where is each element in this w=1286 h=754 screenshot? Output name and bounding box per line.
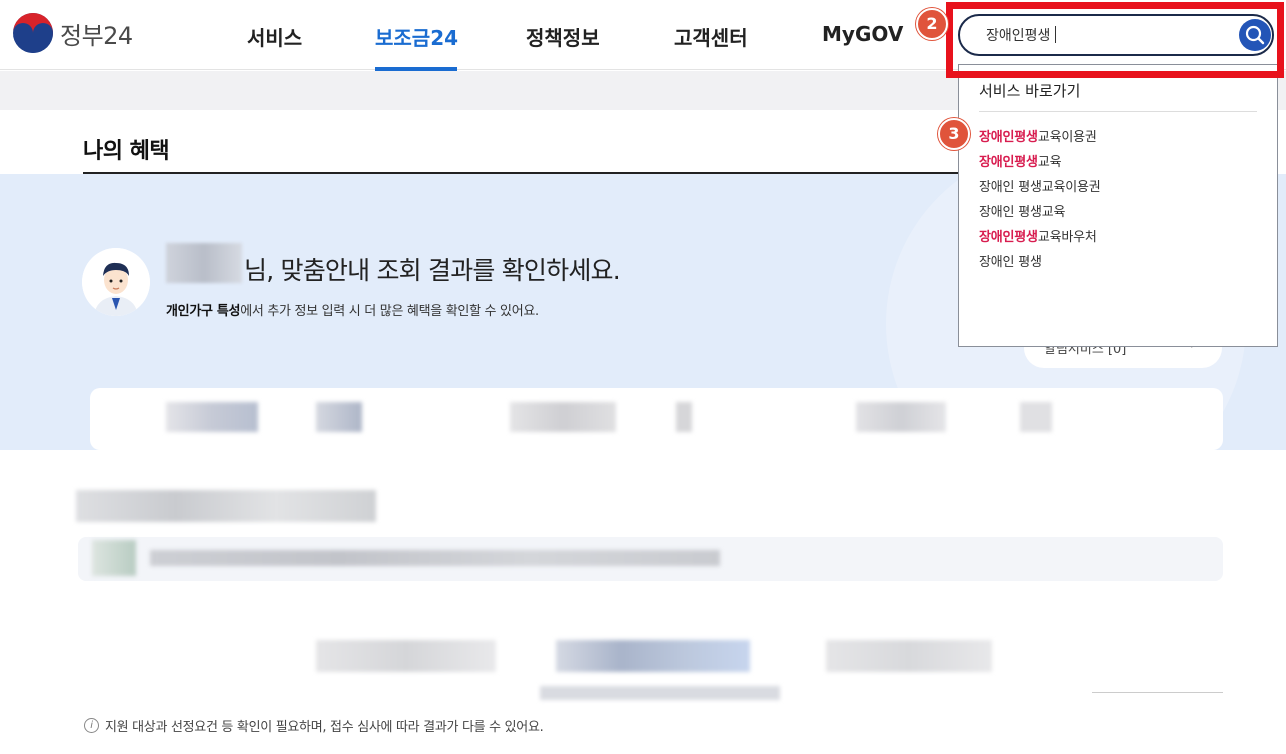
- redacted-block: [1020, 402, 1052, 432]
- text-cursor: [1055, 26, 1056, 43]
- logo-text: 정부24: [60, 21, 133, 50]
- redacted-block: [856, 402, 946, 432]
- redacted-block: [510, 402, 616, 432]
- divider-line: [1092, 692, 1223, 693]
- notice-text: 지원 대상과 선정요건 등 확인이 필요하며, 접수 심사에 따라 결과가 다를…: [105, 720, 544, 735]
- redacted-text: [150, 550, 720, 566]
- suggestion-item[interactable]: 장애인 평생교육이용권: [979, 176, 1101, 195]
- suggestion-match: 장애인평생: [979, 130, 1038, 145]
- nav-services[interactable]: 서비스: [247, 22, 302, 51]
- suggestion-rest: 장애인 평생교육이용권: [979, 180, 1101, 195]
- benefit-summary-card: [90, 388, 1223, 450]
- search-button[interactable]: [1239, 19, 1271, 51]
- nav-customer-center[interactable]: 고객센터: [674, 22, 748, 51]
- suggestion-rest: 장애인 평생교육: [979, 205, 1066, 220]
- suggestion-item[interactable]: 장애인평생교육: [979, 151, 1062, 170]
- redacted-tab-active: [556, 640, 750, 672]
- nav-mygov[interactable]: MyGOV: [822, 22, 903, 46]
- suggestion-rest: 교육바우처: [1037, 230, 1097, 245]
- suggestion-item[interactable]: 장애인 평생: [979, 251, 1042, 270]
- suggestion-item[interactable]: 장애인평생교육바우처: [979, 226, 1097, 245]
- redacted-icon: [92, 540, 136, 576]
- page-title: 나의 혜택: [83, 139, 170, 164]
- greeting-text: 님, 맞춤안내 조회 결과를 확인하세요.: [244, 256, 621, 285]
- sub-guidance-rest: 에서 추가 정보 입력 시 더 많은 혜택을 확인할 수 있어요.: [240, 304, 539, 319]
- redacted-heading: [76, 490, 376, 522]
- suggestion-match: 장애인평생: [979, 155, 1038, 170]
- notice: i 지원 대상과 선정요건 등 확인이 필요하며, 접수 심사에 따라 결과가 …: [84, 716, 544, 735]
- search-icon: [1245, 25, 1265, 45]
- suggestion-match: 장애인평생: [979, 230, 1038, 245]
- step-badge-3: 3: [938, 118, 970, 150]
- redacted-tab-underline: [540, 686, 780, 700]
- redacted-tab: [826, 640, 992, 672]
- sub-guidance: 개인가구 특성에서 추가 정보 입력 시 더 많은 혜택을 확인할 수 있어요.: [166, 300, 539, 319]
- suggestion-rest: 교육: [1037, 155, 1062, 170]
- taegeuk-logo-icon: [13, 13, 53, 53]
- dropdown-heading: 서비스 바로가기: [979, 82, 1081, 100]
- site-logo[interactable]: 정부24: [12, 12, 133, 54]
- redacted-block: [166, 402, 258, 432]
- suggestion-item[interactable]: 장애인평생교육이용권: [979, 126, 1097, 145]
- info-icon: i: [84, 718, 99, 733]
- step-badge-2: 2: [916, 8, 948, 40]
- suggestion-rest: 교육이용권: [1037, 130, 1097, 145]
- redacted-block: [676, 402, 692, 432]
- suggestion-item[interactable]: 장애인 평생교육: [979, 201, 1065, 220]
- redacted-block: [316, 402, 362, 432]
- person-icon: [82, 248, 150, 316]
- nav-policy-info[interactable]: 정책정보: [526, 22, 600, 51]
- nav-subsidy24[interactable]: 보조금24: [375, 22, 458, 51]
- dropdown-divider: [979, 111, 1257, 112]
- redacted-tab: [316, 640, 496, 672]
- suggestion-rest: 장애인 평생: [979, 255, 1042, 270]
- household-link[interactable]: 개인가구 특성: [166, 304, 240, 319]
- search-input[interactable]: [986, 24, 1216, 46]
- user-name-redacted: [166, 243, 242, 283]
- user-avatar: [82, 248, 150, 316]
